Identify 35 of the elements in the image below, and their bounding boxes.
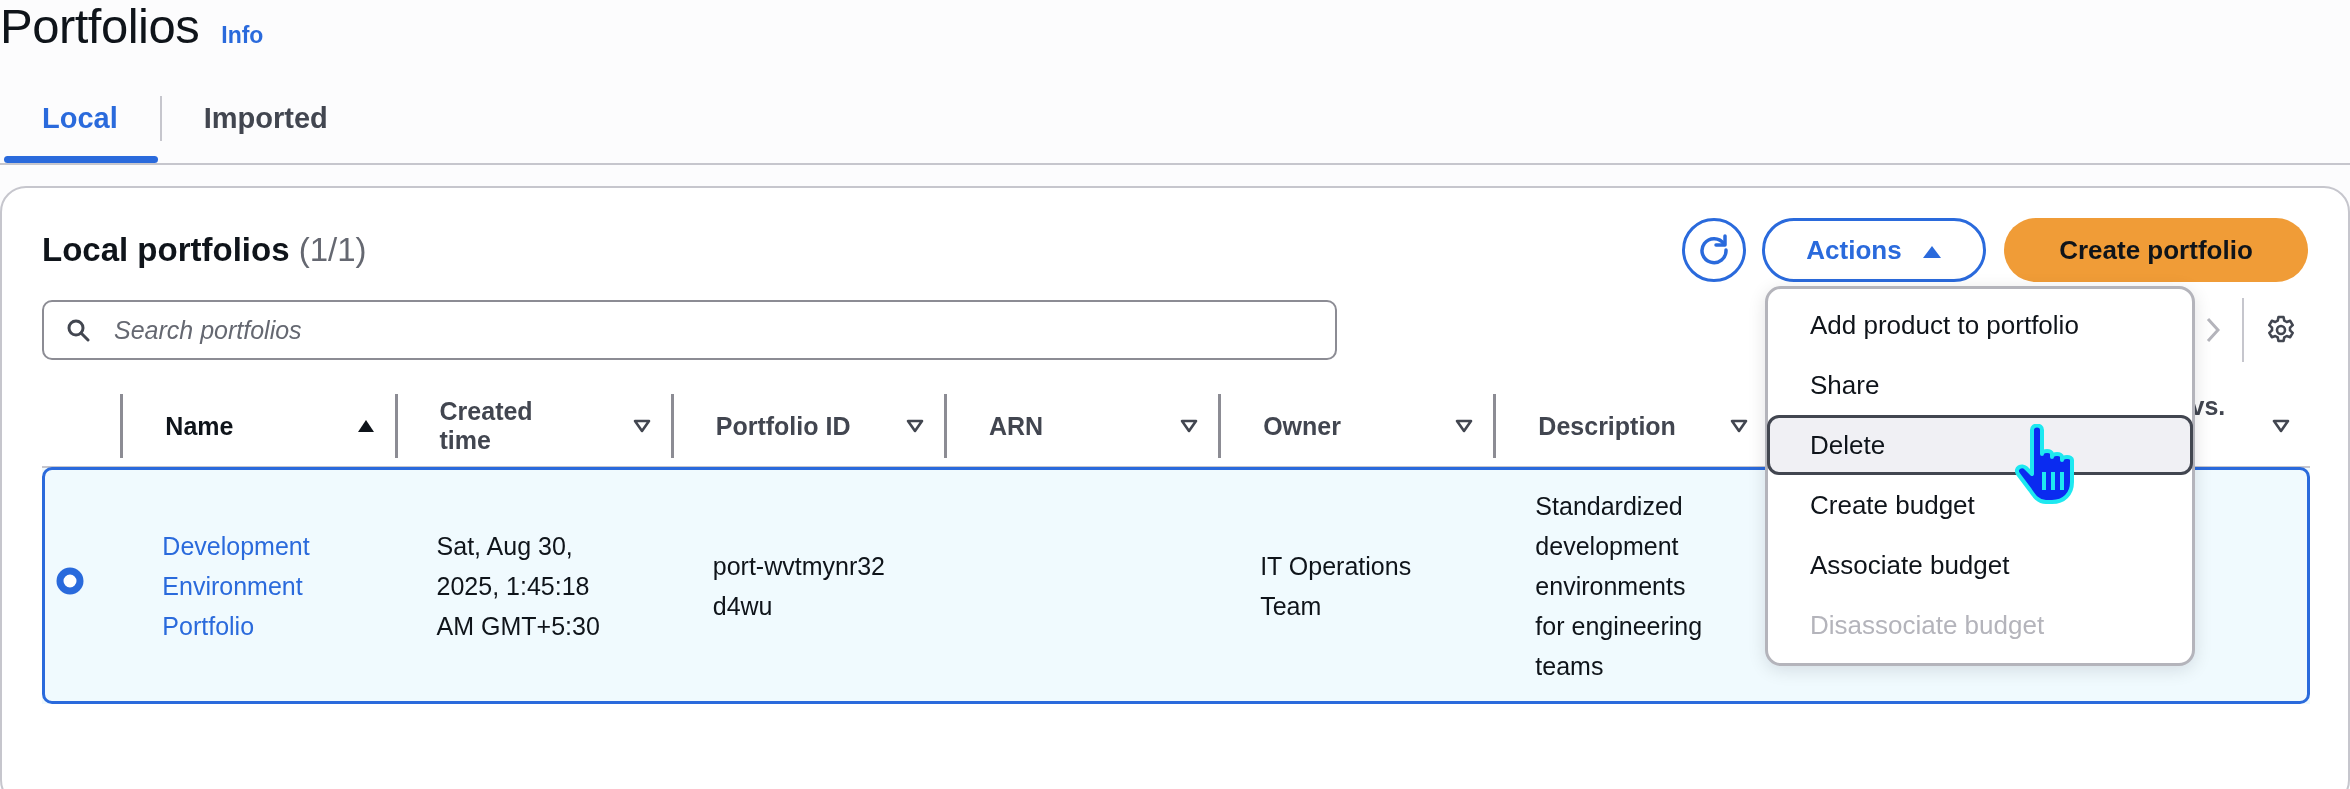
settings-icon[interactable]: [2266, 315, 2296, 345]
panel-heading: Local portfolios (1/1): [42, 231, 367, 269]
sortable-icon: [905, 419, 924, 433]
menu-item[interactable]: Share: [1767, 355, 2193, 415]
menu-item[interactable]: Add product to portfolio: [1767, 295, 2193, 355]
portfolio-link[interactable]: Development Environment Portfolio: [162, 526, 343, 646]
actions-button[interactable]: Actions: [1762, 218, 1986, 282]
column-header[interactable]: Name: [120, 394, 395, 458]
menu-item[interactable]: Delete: [1767, 415, 2193, 475]
menu-item[interactable]: Associate budget: [1767, 535, 2193, 595]
info-link[interactable]: Info: [221, 22, 264, 49]
sortable-icon: [1180, 419, 1199, 433]
table-cell-text: port-wvtmynr32d4wu: [712, 551, 886, 622]
sortable-icon: [1455, 419, 1474, 433]
sortable-icon: [1729, 419, 1748, 433]
refresh-button[interactable]: [1682, 218, 1746, 282]
menu-item[interactable]: Create budget: [1767, 475, 2193, 535]
tab[interactable]: Local: [0, 54, 160, 163]
sort-ascending-icon: [356, 419, 375, 433]
column-header[interactable]: ARN: [943, 394, 1219, 458]
column-header[interactable]: Portfolio ID: [670, 394, 944, 458]
table-cell-text: Sat, Aug 30, 2025, 1:45:18 AM GMT+5:30: [436, 531, 601, 642]
column-header[interactable]: Created time: [394, 394, 671, 458]
column-header[interactable]: Owner: [1218, 394, 1494, 458]
sortable-icon: [632, 419, 651, 433]
radio-button[interactable]: [56, 567, 84, 595]
page-title: Portfolios: [0, 0, 200, 52]
table-cell-text: IT Operations Team: [1260, 551, 1413, 622]
caret-up-icon: [1921, 244, 1942, 259]
table-cell-text: Standardized development environments for engineering teams: [1535, 491, 1704, 682]
create-portfolio-button[interactable]: Create portfolio: [2004, 218, 2308, 282]
sortable-icon: [2272, 419, 2290, 433]
refresh-icon: [1697, 233, 1731, 267]
tab[interactable]: Imported: [161, 54, 370, 163]
search-field[interactable]: Search portfolios: [42, 300, 1337, 360]
